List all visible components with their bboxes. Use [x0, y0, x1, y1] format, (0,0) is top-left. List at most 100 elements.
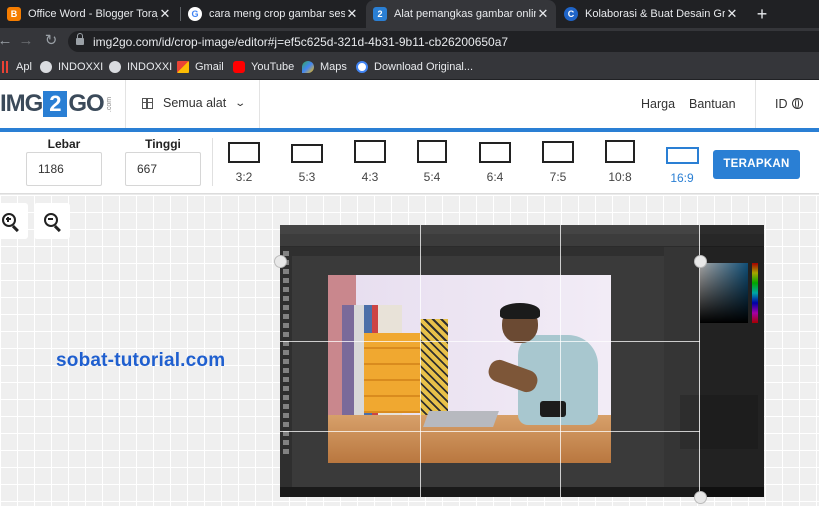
crop-grid-line	[420, 225, 421, 497]
crop-grid-line	[280, 341, 700, 342]
ratio-6-4-icon	[479, 142, 511, 163]
img2go-logo[interactable]: IMG 2 GO .com	[0, 90, 117, 118]
ratio-label: 16:9	[670, 171, 694, 185]
close-tab-icon[interactable]: ✕	[536, 6, 550, 22]
ratio-option-7-5[interactable]: 7:5	[540, 141, 576, 184]
header-divider	[125, 80, 126, 128]
ratio-option-4-3[interactable]: 4:3	[352, 140, 388, 184]
logo-text: IMG	[0, 90, 43, 117]
pricing-link[interactable]: Harga	[641, 97, 675, 111]
ratio-option-5-3[interactable]: 5:3	[289, 142, 325, 184]
back-icon[interactable]: ←	[0, 30, 16, 52]
ratio-label: 5:4	[423, 170, 441, 184]
logo-text: GO	[68, 90, 104, 117]
crop-grid-line	[280, 431, 700, 432]
browser-tab[interactable]: G cara meng crop gambar sesuai b ✕	[181, 0, 365, 28]
ratio-label: 6:4	[486, 170, 504, 184]
lock-icon	[76, 33, 84, 45]
crop-toolbar: Lebar 1186 Tinggi 667 3:2 5:3 4:3 5:4 6:…	[0, 132, 819, 194]
width-input[interactable]: 1186	[26, 152, 102, 186]
ratio-16-9-icon	[665, 147, 699, 164]
ratio-5-4-icon	[417, 140, 447, 163]
bookmarks-bar: Apl INDOXXI INDOXXI Gmail YouTube Maps D…	[0, 55, 819, 80]
browser-toolbar: ← → ↻ img2go.com/id/crop-image/editor#j=…	[0, 28, 819, 55]
maps-icon	[302, 61, 314, 73]
bookmark-item[interactable]: INDOXXI	[40, 55, 103, 79]
apply-button[interactable]: TERAPKAN	[713, 150, 800, 179]
tab-title: cara meng crop gambar sesuai b	[209, 8, 345, 20]
bookmark-item[interactable]: YouTube	[233, 55, 294, 79]
zoom-out-button[interactable]	[34, 203, 70, 239]
tab-title: Kolaborasi & Buat Desain Grafis	[585, 8, 725, 20]
ratio-label: 3:2	[235, 170, 253, 184]
google-icon	[356, 61, 368, 73]
gmail-icon	[177, 61, 189, 73]
ratio-option-10-8[interactable]: 10:8	[602, 140, 638, 184]
browser-tab-active[interactable]: 2 Alat pemangkas gambar online - ✕	[366, 0, 556, 28]
help-link[interactable]: Bantuan	[689, 97, 736, 111]
bookmark-item[interactable]: INDOXXI	[109, 55, 172, 79]
crop-handle[interactable]	[694, 491, 707, 504]
close-tab-icon[interactable]: ✕	[158, 6, 172, 22]
all-tools-menu[interactable]: Semua alat ⌄	[142, 96, 247, 110]
url-text: img2go.com/id/crop-image/editor#j=ef5c62…	[93, 34, 509, 49]
bookmark-label: Download Original...	[374, 61, 474, 73]
blogger-icon: B	[7, 7, 21, 21]
browser-tab[interactable]: B Office Word - Blogger Toraja ✕	[0, 0, 178, 28]
height-label: Tinggi	[145, 137, 181, 151]
bookmark-label: Apl	[16, 61, 32, 73]
close-tab-icon[interactable]: ✕	[345, 6, 359, 22]
ratio-label: 10:8	[608, 170, 632, 184]
globe-icon	[40, 61, 52, 73]
height-input[interactable]: 667	[125, 152, 201, 186]
forward-icon[interactable]: →	[15, 30, 37, 52]
ratio-option-16-9[interactable]: 16:9	[664, 142, 700, 185]
logo-mark: 2	[43, 91, 68, 117]
bookmark-label: YouTube	[251, 61, 295, 73]
zoom-in-button[interactable]	[0, 203, 28, 239]
ratio-label: 4:3	[361, 170, 379, 184]
ratio-option-6-4[interactable]: 6:4	[477, 142, 513, 184]
ratio-4-3-icon	[354, 140, 386, 163]
bookmark-item[interactable]: Gmail	[177, 55, 224, 79]
ratio-option-3-2[interactable]: 3:2	[226, 142, 262, 184]
browser-tab[interactable]: C Kolaborasi & Buat Desain Grafis ✕	[557, 0, 745, 28]
browser-tab-strip: B Office Word - Blogger Toraja ✕ G cara …	[0, 0, 819, 28]
bookmark-item[interactable]: Download Original...	[356, 55, 473, 79]
bookmark-label: INDOXXI	[127, 61, 173, 73]
globe-icon	[791, 98, 803, 109]
width-label: Lebar	[47, 137, 81, 151]
bookmark-label: Gmail	[195, 61, 224, 73]
globe-icon	[109, 61, 121, 73]
ratio-label: 5:3	[298, 170, 316, 184]
all-tools-label: Semua alat	[163, 96, 227, 110]
bookmark-label: Maps	[320, 61, 347, 73]
apps-grid-icon	[0, 61, 10, 73]
toolbar-divider	[212, 138, 213, 186]
ratio-5-3-icon	[291, 144, 323, 163]
grid-icon	[142, 97, 153, 109]
crop-handle[interactable]	[274, 255, 287, 268]
canva-icon: C	[564, 7, 578, 21]
crop-outside-shade	[700, 225, 764, 497]
ratio-option-5-4[interactable]: 5:4	[414, 140, 450, 184]
zoom-out-icon	[43, 212, 58, 227]
chevron-down-icon: ⌄	[234, 97, 247, 109]
site-header: IMG 2 GO .com Semua alat ⌄ Harga Bantuan…	[0, 80, 819, 128]
bookmark-item[interactable]: Maps	[302, 55, 347, 79]
reload-icon[interactable]: ↻	[40, 30, 62, 52]
language-selector[interactable]: ID	[775, 97, 803, 111]
new-tab-icon[interactable]: +	[752, 3, 772, 25]
bookmark-label: INDOXXI	[58, 61, 104, 73]
address-bar[interactable]: img2go.com/id/crop-image/editor#j=ef5c62…	[68, 31, 819, 52]
language-label: ID	[775, 97, 788, 111]
ratio-7-5-icon	[542, 141, 574, 163]
bookmark-apps[interactable]: Apl	[0, 55, 32, 79]
crop-frame[interactable]	[280, 225, 700, 497]
crop-handle[interactable]	[694, 255, 707, 268]
crop-grid-line	[560, 225, 561, 497]
close-tab-icon[interactable]: ✕	[725, 6, 739, 22]
ratio-3-2-icon	[228, 142, 260, 163]
ratio-label: 7:5	[549, 170, 567, 184]
google-icon: G	[188, 7, 202, 21]
